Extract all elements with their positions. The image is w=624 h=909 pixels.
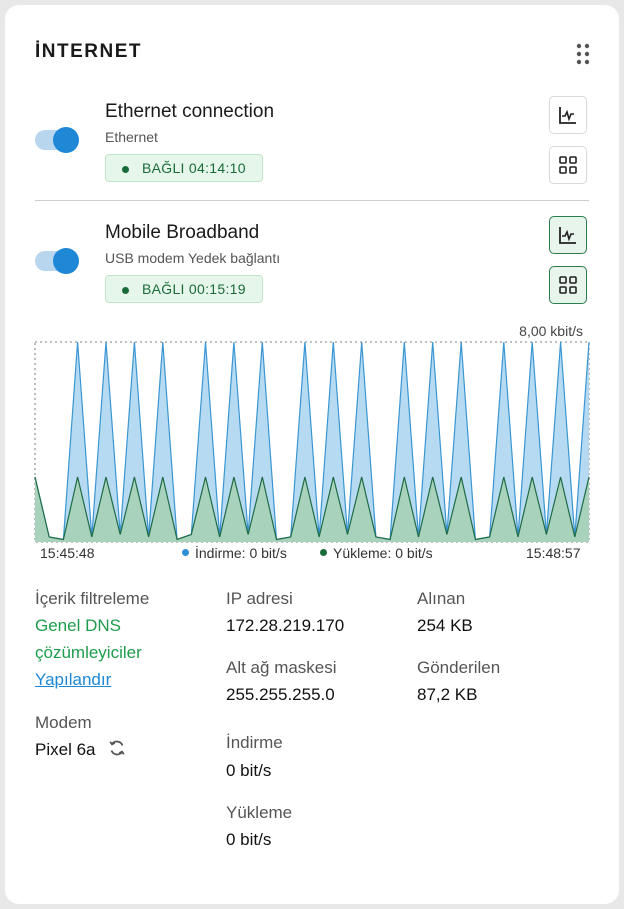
legend-download-dot: [182, 549, 189, 556]
connection-name: Mobile Broadband: [105, 222, 260, 243]
toggle-knob: [53, 127, 79, 153]
legend-download: İndirme: 0 bit/s: [182, 545, 287, 561]
grid-icon: [559, 276, 577, 294]
internet-widget-card: İNTERNET Ethernet connection Ethernet BA…: [5, 5, 619, 904]
traffic-chart: 8,00 kbit/s 15:45:48 İndirme: 0 bit/s Yü…: [5, 320, 619, 570]
connection-subtitle: Ethernet: [105, 129, 158, 145]
modem-value: Pixel 6a: [35, 740, 96, 759]
status-dot: [122, 287, 129, 294]
ip-value: 172.28.219.170: [226, 616, 345, 635]
legend-download-label: İndirme: 0 bit/s: [195, 545, 287, 561]
subnet-value: 255.255.255.0: [226, 685, 335, 704]
download-value: 0 bit/s: [226, 761, 272, 780]
legend-upload-dot: [320, 549, 327, 556]
ethernet-toggle[interactable]: [35, 127, 79, 153]
connection-subtitle: USB modem Yedek bağlantı: [105, 250, 281, 266]
grid-icon: [559, 156, 577, 174]
mobile-broadband-toggle[interactable]: [35, 248, 79, 274]
toggle-knob: [53, 248, 79, 274]
download-label: İndirme: [226, 733, 283, 752]
status-text: BAĞLI 04:14:10: [142, 160, 246, 176]
content-filter-value: Genel DNS: [35, 616, 121, 635]
line-chart-icon: [559, 227, 576, 244]
connection-name: Ethernet connection: [105, 101, 275, 122]
chart-start-time: 15:45:48: [40, 545, 95, 561]
mobile-chart-button[interactable]: [549, 216, 587, 254]
sent-label: Gönderilen: [417, 658, 501, 677]
modem-label: Modem: [35, 713, 92, 732]
configure-link[interactable]: Yapılandır: [35, 670, 111, 690]
content-filter-label: İçerik filtreleme: [35, 589, 150, 608]
status-badge: BAĞLI 04:14:10: [105, 154, 263, 182]
ethernet-chart-button[interactable]: [549, 96, 587, 134]
widget-title: İNTERNET: [35, 41, 142, 62]
kebab-menu-icon[interactable]: [575, 43, 591, 65]
status-badge: BAĞLI 00:15:19: [105, 275, 263, 303]
mobile-grid-button[interactable]: [549, 266, 587, 304]
subnet-label: Alt ağ maskesi: [226, 658, 337, 677]
ethernet-grid-button[interactable]: [549, 146, 587, 184]
legend-upload: Yükleme: 0 bit/s: [320, 545, 433, 561]
ip-label: IP adresi: [226, 589, 293, 608]
status-dot: [122, 166, 129, 173]
legend-upload-label: Yükleme: 0 bit/s: [333, 545, 433, 561]
upload-value: 0 bit/s: [226, 830, 272, 849]
received-value: 254 KB: [417, 616, 473, 635]
content-filter-value-2: çözümleyiciler: [35, 643, 142, 662]
status-text: BAĞLI 00:15:19: [142, 281, 246, 297]
upload-label: Yükleme: [226, 803, 293, 822]
chart-end-time: 15:48:57: [526, 545, 581, 561]
traffic-chart-svg: [34, 341, 590, 543]
received-label: Alınan: [417, 589, 466, 608]
sent-value: 87,2 KB: [417, 685, 478, 704]
divider: [35, 200, 589, 201]
line-chart-icon: [559, 107, 576, 124]
sync-icon[interactable]: [108, 739, 126, 757]
